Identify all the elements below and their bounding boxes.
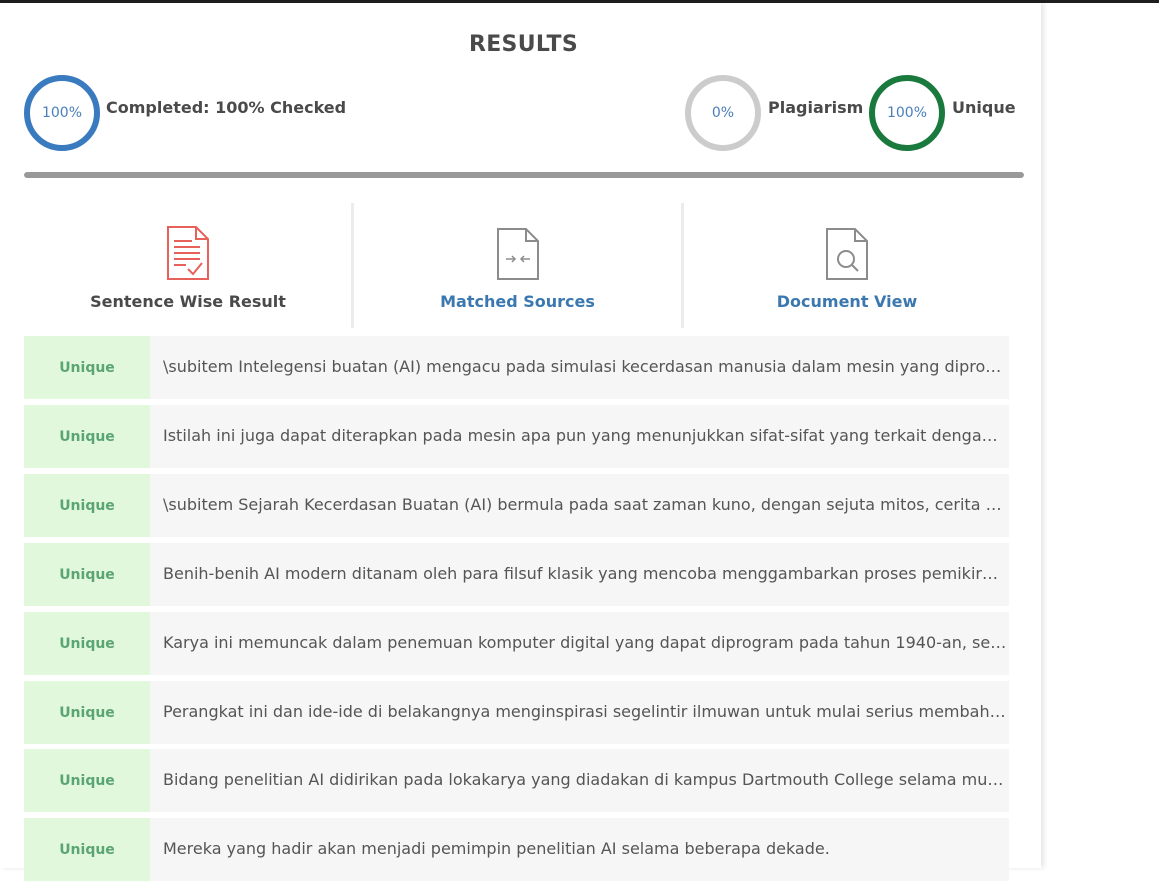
result-sentence-text: Perangkat ini dan ide-ide di belakangnya… [163, 702, 1007, 721]
document-check-icon [167, 226, 209, 280]
unique-ring: 100% [869, 75, 945, 151]
result-row[interactable]: Unique Karya ini memuncak dalam penemuan … [24, 612, 1009, 675]
completed-progress-ring: 100% [24, 75, 100, 151]
result-row[interactable]: Unique \subitem Intelegensi buatan (AI) m… [24, 336, 1009, 399]
result-sentence-text: Benih-benih AI modern ditanam oleh para … [163, 564, 1007, 583]
completed-label: Completed: 100% Checked [106, 98, 347, 117]
unique-label: Unique [952, 98, 1016, 117]
plagiarism-label: Plagiarism [768, 98, 864, 117]
check-progress-fill [24, 172, 1024, 178]
result-row[interactable]: Unique Mereka yang hadir akan menjadi pem… [24, 818, 1009, 881]
unique-status-badge: Unique [24, 543, 150, 606]
unique-percent: 100% [886, 105, 928, 121]
document-compare-icon [496, 228, 539, 280]
result-sentence-text: \subitem Sejarah Kecerdasan Buatan (AI) … [163, 495, 1007, 514]
result-sentence-text: Bidang penelitian AI didirikan pada loka… [163, 770, 1007, 789]
results-panel: RESULTS 100% Completed: 100% Checked 0% … [0, 3, 1041, 881]
unique-status-badge: Unique [24, 336, 150, 399]
plagiarism-ring: 0% [685, 75, 761, 151]
tab-matched-sources-label: Matched Sources [440, 292, 595, 311]
result-row[interactable]: Unique Bidang penelitian AI didirikan pad… [24, 749, 1009, 812]
tab-document-view[interactable]: Document View [684, 203, 1010, 328]
tab-matched-sources[interactable]: Matched Sources [354, 203, 681, 328]
unique-status-badge: Unique [24, 818, 150, 881]
tab-sentence-wise-result[interactable]: Sentence Wise Result [24, 203, 352, 328]
result-sentence-text: Mereka yang hadir akan menjadi pemimpin … [163, 839, 830, 858]
unique-status-badge: Unique [24, 749, 150, 812]
completed-percent: 100% [41, 105, 83, 121]
result-sentence-text: Istilah ini juga dapat diterapkan pada m… [163, 426, 1007, 445]
result-row[interactable]: Unique Istilah ini juga dapat diterapkan … [24, 405, 1009, 468]
page-title: RESULTS [468, 32, 578, 57]
result-row[interactable]: Unique Perangkat ini dan ide-ide di belak… [24, 681, 1009, 744]
result-sentence-text: Karya ini memuncak dalam penemuan komput… [163, 633, 1007, 652]
unique-status-badge: Unique [24, 405, 150, 468]
unique-status-badge: Unique [24, 681, 150, 744]
tab-document-view-label: Document View [776, 292, 918, 311]
unique-status-badge: Unique [24, 612, 150, 675]
result-row[interactable]: Unique \subitem Sejarah Kecerdasan Buatan… [24, 474, 1009, 537]
document-search-icon [826, 228, 868, 280]
plagiarism-percent: 0% [711, 105, 735, 121]
tab-sentence-wise-result-label: Sentence Wise Result [90, 292, 286, 311]
check-progress-bar [24, 172, 1024, 178]
result-sentence-text: \subitem Intelegensi buatan (AI) mengacu… [163, 357, 1007, 376]
unique-status-badge: Unique [24, 474, 150, 537]
result-row[interactable]: Unique Benih-benih AI modern ditanam oleh… [24, 543, 1009, 606]
